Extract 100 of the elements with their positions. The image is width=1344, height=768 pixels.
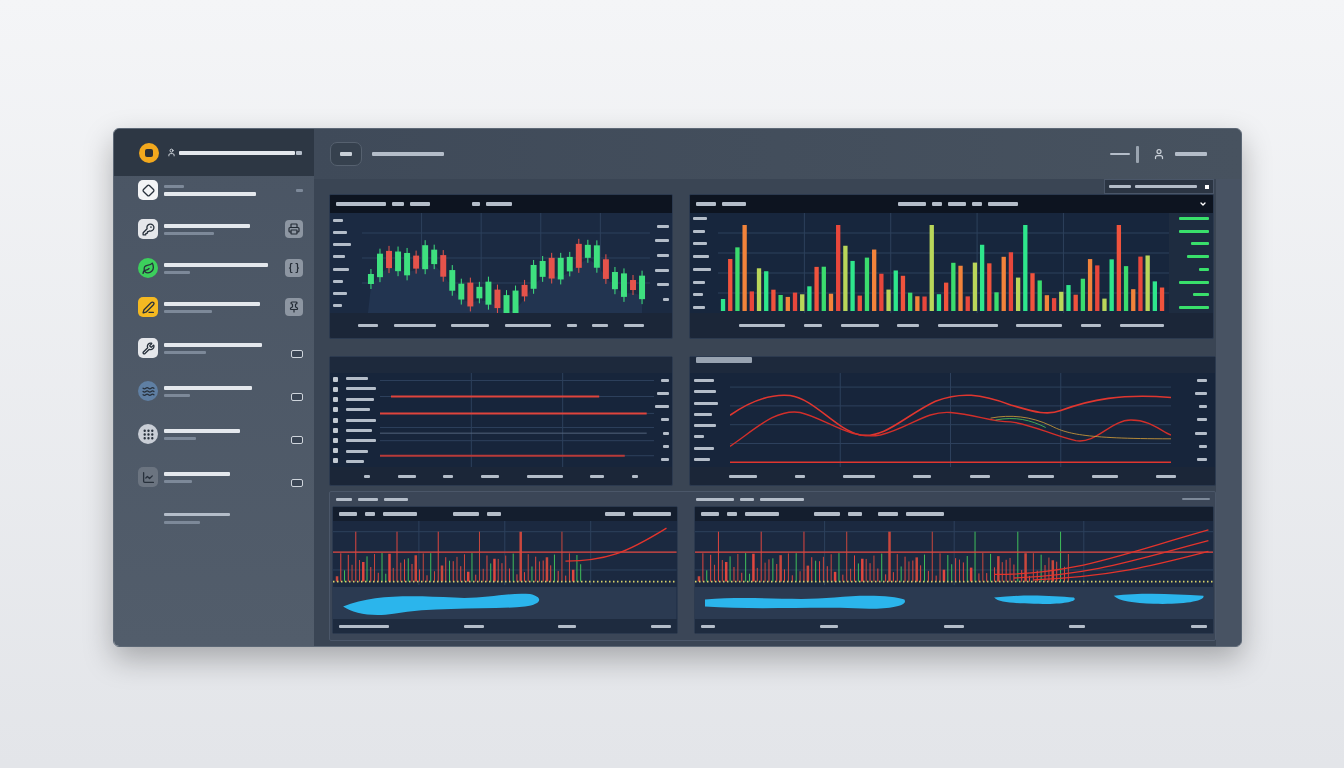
text-placeholder [392,202,404,206]
text-placeholder [333,304,342,307]
text-placeholder [650,624,671,628]
text-placeholder [339,624,389,628]
text-placeholder [372,152,444,156]
text-placeholder [694,424,716,428]
text-placeholder [410,202,430,206]
text-placeholder [346,408,370,412]
text-placeholder [696,357,752,363]
text-placeholder [333,219,343,222]
text-placeholder [661,379,669,382]
text-placeholder [694,435,704,439]
text-placeholder [164,184,184,188]
text-placeholder [694,379,714,382]
tag-icon [291,436,303,444]
text-placeholder [840,324,879,327]
text-placeholder [740,497,754,501]
text-placeholder [164,350,206,354]
text-placeholder [451,324,490,327]
text-placeholder [657,283,669,287]
text-placeholder [384,497,408,501]
text-placeholder [566,324,577,327]
text-placeholder [1016,324,1063,327]
text-placeholder [358,497,378,501]
square-icon [333,387,338,393]
text-placeholder [383,512,417,516]
text-placeholder [913,474,932,478]
text-placeholder [1179,305,1209,309]
text-placeholder [604,512,625,516]
text-placeholder [526,474,563,478]
text-placeholder [486,202,512,206]
braces-icon[interactable] [285,259,303,277]
text-placeholder [803,324,822,327]
text-placeholder [820,624,839,628]
text-placeholder [663,431,669,435]
text-placeholder [655,268,669,272]
text-placeholder [164,521,200,524]
text-placeholder [694,412,712,416]
text-placeholder [1175,152,1207,156]
text-placeholder [932,202,942,206]
text-placeholder [1069,624,1086,628]
text-placeholder [988,202,1018,206]
text-placeholder [898,202,926,206]
text-placeholder [948,202,966,206]
text-placeholder [655,405,669,409]
square-icon [333,407,338,413]
text-placeholder [693,267,711,271]
text-placeholder [1081,324,1102,327]
pin-icon[interactable] [285,298,303,316]
text-placeholder [164,471,230,476]
text-placeholder [472,202,480,206]
user-icon [167,146,176,159]
text-placeholder [906,512,945,516]
user-icon[interactable] [1153,147,1165,161]
square-icon [333,427,338,433]
text-placeholder [590,474,605,478]
text-placeholder [739,324,786,327]
text-placeholder [744,512,779,516]
caret-down-icon[interactable] [1199,200,1207,208]
text-placeholder [663,298,669,302]
text-placeholder [1195,431,1207,435]
text-placeholder [661,457,669,461]
text-placeholder [397,474,416,478]
text-placeholder [296,188,303,192]
text-placeholder [1199,444,1207,448]
text-placeholder [657,254,669,258]
text-placeholder [336,202,386,206]
text-placeholder [1199,267,1209,271]
text-placeholder [1179,229,1209,233]
text-placeholder [333,231,347,235]
text-placeholder [1135,185,1197,188]
text-placeholder [1193,293,1209,297]
square-icon [333,417,338,423]
text-placeholder [696,202,716,206]
text-placeholder [346,460,364,463]
text-placeholder [164,393,190,397]
text-placeholder [480,474,499,478]
text-placeholder [1179,280,1209,284]
text-placeholder [814,512,841,516]
text-placeholder [504,324,551,327]
text-placeholder [878,512,899,516]
text-placeholder [1187,255,1209,259]
text-placeholder [700,512,719,516]
printer-icon[interactable] [285,220,303,238]
text-placeholder [848,512,863,516]
text-placeholder [333,279,343,283]
text-placeholder [333,291,347,295]
text-placeholder [363,474,370,478]
text-placeholder [632,512,671,516]
text-placeholder [760,497,804,501]
text-placeholder [632,474,639,478]
text-placeholder [592,324,609,327]
text-placeholder [333,267,349,271]
text-placeholder [795,474,806,478]
text-placeholder [937,324,998,327]
square-icon [333,447,338,453]
text-placeholder [1027,474,1054,478]
chip-button[interactable] [330,142,362,166]
text-placeholder [333,255,345,259]
text-placeholder [453,512,479,516]
